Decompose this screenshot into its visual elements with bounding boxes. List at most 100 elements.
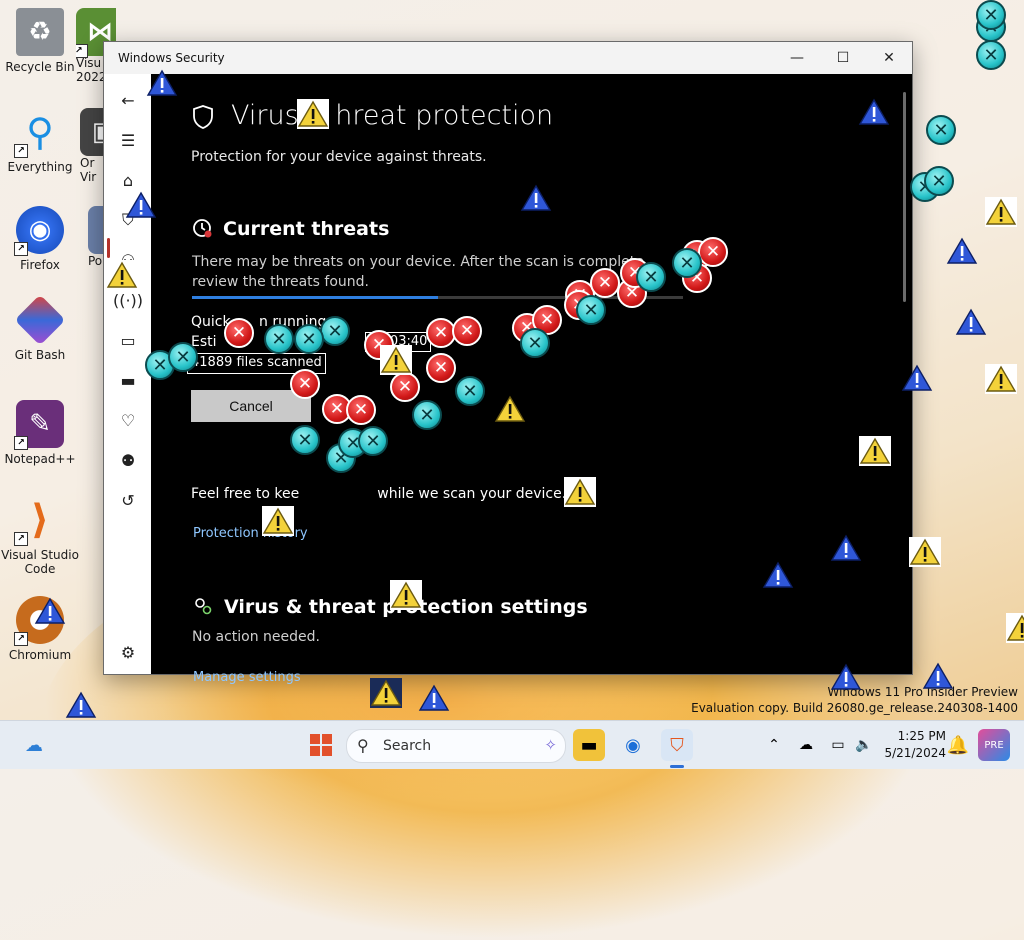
desktop-icon-git-bash[interactable]: Git Bash xyxy=(0,294,80,362)
page-subtitle: Protection for your device against threa… xyxy=(191,149,487,165)
desktop-icon-label: Firefox xyxy=(20,258,60,272)
error-x-icon: ✕ xyxy=(390,372,420,402)
firefox-icon: ◉ ↗ xyxy=(14,206,64,256)
blue-warning-triangle-icon xyxy=(418,683,450,713)
blue-warning-triangle-icon xyxy=(901,363,933,393)
cancel-scan-button[interactable]: Cancel xyxy=(191,390,311,422)
vscode-icon: ⟩ ↗ xyxy=(14,496,64,546)
cyan-x-icon: ✕ xyxy=(576,295,606,325)
error-x-icon: ✕ xyxy=(426,353,456,383)
taskbar-search-box[interactable]: ⚲ Search ✧ xyxy=(346,729,566,763)
nav-selection-indicator xyxy=(107,238,110,258)
desktop-icon-vscode[interactable]: ⟩ ↗ Visual Studio Code xyxy=(0,496,80,576)
warning-triangle-icon xyxy=(564,477,596,507)
cyan-x-icon: ✕ xyxy=(264,324,294,354)
desktop-icon-notepad-plus-plus[interactable]: ✎ ↗ Notepad++ xyxy=(0,400,80,466)
feel-free-text: Feel free to kee while we scan your devic… xyxy=(191,486,567,502)
cyan-x-icon: ✕ xyxy=(636,262,666,292)
cyan-x-icon: ✕ xyxy=(672,248,702,278)
taskbar: ☁ ⚲ Search ✧ ▬ ◉ ⛉ ⌃ ☁ ▭ 🔈 1:25 PM 5/21/… xyxy=(0,720,1024,769)
chevron-up-icon[interactable]: ⌃ xyxy=(758,729,790,761)
windows-security-taskbar-icon[interactable]: ⛉ xyxy=(661,729,693,761)
desktop-icon-label: Git Bash xyxy=(14,348,66,362)
desktop-icon-label: Everything xyxy=(7,160,73,174)
powershell-icon: › xyxy=(88,206,104,254)
blue-warning-triangle-icon xyxy=(955,307,987,337)
cyan-x-icon: ✕ xyxy=(520,328,550,358)
warning-triangle-icon xyxy=(380,345,412,375)
manage-settings-link[interactable]: Manage settings xyxy=(193,670,301,685)
settings-gear-icon[interactable]: ⚙ xyxy=(116,640,140,664)
desktop-icon-recycle-bin[interactable]: ♻ Recycle Bin xyxy=(0,8,80,74)
cyan-x-icon: ✕ xyxy=(926,115,956,145)
recycle-bin-icon: ♻ xyxy=(16,8,64,56)
firefox-taskbar-icon[interactable]: ◉ xyxy=(617,729,649,761)
cyan-x-icon: ✕ xyxy=(168,342,198,372)
device-security-icon[interactable]: ▬ xyxy=(116,368,140,392)
cloud-offline-icon[interactable]: ☁ xyxy=(790,729,822,761)
desktop-icon-oracle-virtualbox[interactable]: ▣ Or Vir xyxy=(80,108,104,184)
cyan-x-icon: ✕ xyxy=(412,400,442,430)
clock-date: 5/21/2024 xyxy=(884,746,946,760)
warning-triangle-icon xyxy=(106,260,138,290)
cyan-x-icon: ✕ xyxy=(320,316,350,346)
warning-triangle-icon xyxy=(909,537,941,567)
volume-muted-icon[interactable]: 🔈 xyxy=(848,729,880,761)
family-options-icon[interactable]: ⚉ xyxy=(116,448,140,472)
cyan-x-icon: ✕ xyxy=(976,40,1006,70)
search-icon: ⚲ ↗ xyxy=(14,108,64,158)
error-x-icon: ✕ xyxy=(590,268,620,298)
current-threats-heading: Current threats xyxy=(223,218,390,240)
desktop-icon-firefox[interactable]: ◉ ↗ Firefox xyxy=(0,206,80,272)
settings-gears-icon xyxy=(195,598,212,615)
device-health-icon[interactable]: ♡ xyxy=(116,408,140,432)
firewall-network-icon[interactable]: ((·)) xyxy=(113,288,143,312)
title-bar: Windows Security — ☐ ✕ xyxy=(104,42,912,74)
minimize-button[interactable]: — xyxy=(774,42,820,74)
blue-warning-triangle-icon xyxy=(65,690,97,720)
settings-status: No action needed. xyxy=(192,629,320,645)
warning-triangle-icon xyxy=(859,436,891,466)
copilot-icon[interactable]: PRE xyxy=(978,729,1010,761)
error-x-icon: ✕ xyxy=(452,316,482,346)
error-x-icon: ✕ xyxy=(290,369,320,399)
hamburger-menu-icon[interactable]: ☰ xyxy=(116,128,140,152)
search-label: Search xyxy=(383,738,432,754)
notification-bell-icon[interactable]: 🔔 xyxy=(942,729,974,761)
close-button[interactable]: ✕ xyxy=(866,42,912,74)
error-x-icon: ✕ xyxy=(698,237,728,267)
home-icon[interactable]: ⌂ xyxy=(116,168,140,192)
back-arrow-icon[interactable]: ← xyxy=(116,88,140,112)
blue-warning-triangle-icon xyxy=(946,236,978,266)
error-x-icon: ✕ xyxy=(346,395,376,425)
warning-triangle-icon xyxy=(262,506,294,536)
main-content: Virus hreat protection Protection for yo… xyxy=(151,74,912,685)
weather-icon[interactable]: ☁ xyxy=(18,729,50,761)
desktop-icon-everything[interactable]: ⚲ ↗ Everything xyxy=(0,108,80,174)
protection-history-icon[interactable]: ↺ xyxy=(116,488,140,512)
page-title: Virus hreat protection xyxy=(231,100,554,131)
warning-triangle-icon xyxy=(985,197,1017,227)
warning-triangle-icon xyxy=(1006,613,1024,643)
maximize-button[interactable]: ☐ xyxy=(820,42,866,74)
blue-warning-triangle-icon xyxy=(520,183,552,213)
blue-warning-triangle-icon xyxy=(125,190,157,220)
file-explorer-icon[interactable]: ▬ xyxy=(573,729,605,761)
blue-warning-triangle-icon xyxy=(922,661,954,691)
shield-icon xyxy=(193,105,213,129)
cyan-x-icon: ✕ xyxy=(294,324,324,354)
desktop-icon-label: Chromium xyxy=(8,648,72,662)
desktop-icon-label: Po xyxy=(88,254,103,268)
watermark-build: Evaluation copy. Build 26080.ge_release.… xyxy=(691,701,1018,715)
clock[interactable]: 1:25 PM 5/21/2024 xyxy=(884,728,946,762)
clock-time: 1:25 PM xyxy=(897,729,946,743)
desktop-icon-powershell[interactable]: › Po xyxy=(88,206,104,268)
current-threats-icon xyxy=(193,219,212,238)
scrollbar[interactable] xyxy=(903,92,906,302)
cyan-x-icon: ✕ xyxy=(976,0,1006,30)
scan-progress-fill xyxy=(192,296,438,299)
app-browser-control-icon[interactable]: ▭ xyxy=(116,328,140,352)
start-button[interactable] xyxy=(305,729,337,761)
warning-triangle-icon xyxy=(370,678,402,708)
cyan-x-icon: ✕ xyxy=(290,425,320,455)
